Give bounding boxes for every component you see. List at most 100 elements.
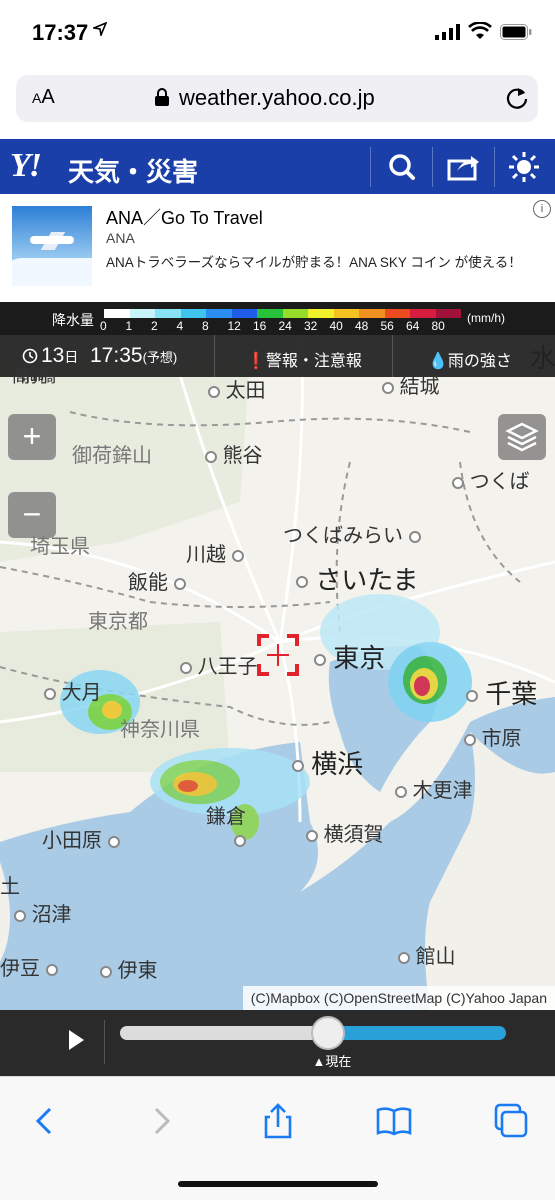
- legend-swatch: [410, 309, 436, 318]
- legend-swatch: [231, 309, 257, 318]
- search-icon: [389, 154, 415, 180]
- browser-toolbar: [0, 1076, 555, 1200]
- legend-swatch: [308, 309, 334, 318]
- rain-radar-map[interactable]: 降水量 0 1 2 4 8 12 16 24 32 40 48 56 64 80 (mm/h) 13日 1…: [0, 302, 555, 1010]
- city-dot-icon: [314, 654, 326, 667]
- legend-tick-label: 1: [125, 319, 133, 333]
- place-hachioji: 八王子: [180, 650, 258, 679]
- exclamation-icon: ❗: [246, 353, 266, 370]
- back-icon[interactable]: [26, 1101, 66, 1141]
- legend-swatch: [384, 309, 410, 318]
- header-divider: [494, 147, 495, 187]
- city-dot-icon: [296, 576, 308, 589]
- city-dot-icon: [180, 661, 192, 674]
- layers-button[interactable]: [498, 414, 546, 460]
- place-numazu: 沼津: [14, 898, 72, 927]
- yahoo-logo[interactable]: Y!: [10, 147, 42, 185]
- weather-menu-button[interactable]: [502, 147, 548, 187]
- battery-icon: [500, 24, 532, 40]
- place-chiba: 千葉: [466, 674, 537, 711]
- reload-icon[interactable]: [504, 85, 530, 111]
- place-ichihara: 市原: [464, 722, 522, 751]
- city-dot-icon: [173, 577, 186, 590]
- legend-tick-label: 2: [151, 319, 158, 333]
- city-dot-icon: [44, 687, 56, 700]
- place-yuki: 結城: [382, 370, 440, 399]
- city-dot-icon: [306, 829, 318, 842]
- legend-swatch: [206, 309, 232, 318]
- page-title[interactable]: 天気・災害: [68, 152, 198, 189]
- share-icon[interactable]: [258, 1101, 298, 1141]
- tabs-icon[interactable]: [490, 1101, 530, 1141]
- raindrop-icon: 💧: [428, 353, 448, 370]
- share-button[interactable]: [441, 147, 487, 187]
- legend-tick-label: 0: [100, 319, 107, 333]
- legend-color-bar: [104, 309, 461, 318]
- legend-tick-label: 24: [278, 319, 292, 333]
- radar-player: ▲現在: [0, 1010, 555, 1076]
- timebar-divider: [214, 335, 215, 377]
- legend-tick-label: 80: [431, 319, 445, 333]
- forward-icon[interactable]: [140, 1101, 180, 1141]
- status-bar: 17:37: [0, 0, 555, 68]
- legend-swatch: [129, 309, 155, 318]
- place-tokyo: 東京: [314, 638, 385, 675]
- city-dot-icon: [14, 909, 26, 922]
- ad-description[interactable]: ANAトラベラーズならマイルが貯まる！ANA SKY コイン が使える！: [106, 252, 536, 274]
- legend-swatch: [435, 309, 461, 318]
- warnings-button[interactable]: ❗警報・注意報: [246, 347, 362, 371]
- legend-tick-label: 64: [406, 319, 420, 333]
- place-yokohama: 横浜: [292, 744, 363, 781]
- city-dot-icon: [208, 385, 220, 398]
- place-otsuki: 大月: [44, 676, 102, 705]
- ad-title[interactable]: ANA／Go To Travel: [106, 204, 263, 230]
- place-partial-do: 土: [0, 876, 20, 898]
- bookmarks-icon[interactable]: [374, 1101, 414, 1141]
- zoom-in-button[interactable]: +: [8, 414, 56, 460]
- time-slider-handle[interactable]: [311, 1016, 346, 1050]
- ad-image[interactable]: [12, 206, 92, 286]
- now-label: ▲現在: [312, 1054, 352, 1069]
- legend-tick-label: 12: [227, 319, 241, 333]
- location-arrow-icon: [93, 22, 107, 36]
- reader-settings-button[interactable]: AA: [32, 86, 55, 109]
- place-izu: 伊豆: [0, 952, 58, 981]
- legend-swatch: [180, 309, 206, 318]
- ad-sponsor: ANA: [106, 230, 135, 246]
- address-bar[interactable]: AA weather.yahoo.co.jp: [16, 75, 538, 122]
- legend-tick-label: 32: [304, 319, 318, 333]
- place-ito: 伊東: [100, 954, 158, 983]
- place-kumagaya: 熊谷: [205, 439, 263, 468]
- city-dot-icon: [205, 450, 217, 463]
- place-yokosuka: 横須賀: [306, 818, 384, 847]
- play-icon[interactable]: [66, 1028, 86, 1052]
- legend-tick-label: 16: [253, 319, 267, 333]
- place-tokyo-pref: 東京都: [88, 611, 148, 633]
- cellular-signal-icon: [435, 24, 460, 40]
- legend-label: 降水量: [52, 312, 94, 328]
- url-text[interactable]: weather.yahoo.co.jp: [179, 85, 375, 111]
- zoom-out-button[interactable]: −: [8, 492, 56, 538]
- legend-tick-label: 8: [202, 319, 209, 333]
- legend-swatch: [359, 309, 385, 318]
- city-dot-icon: [292, 760, 304, 773]
- legend-unit: (mm/h): [467, 311, 505, 325]
- city-dot-icon: [382, 381, 394, 394]
- map-copyright: (C)Mapbox (C)OpenStreetMap (C)Yahoo Japa…: [242, 986, 555, 1010]
- city-dot-icon: [231, 549, 244, 562]
- layers-icon: [505, 422, 539, 452]
- ad-info-icon[interactable]: i: [533, 200, 551, 218]
- place-kanagawa-pref: 神奈川県: [120, 719, 200, 741]
- city-dot-icon: [107, 835, 120, 848]
- home-indicator: [178, 1181, 378, 1187]
- now-marker-icon: ▲: [312, 1054, 326, 1069]
- advertisement[interactable]: ANA／Go To Travel ANA ANAトラベラーズならマイルが貯まる！…: [0, 194, 555, 302]
- city-dot-icon: [452, 476, 464, 489]
- wifi-icon: [468, 22, 492, 39]
- city-dot-icon: [398, 951, 410, 964]
- search-button[interactable]: [379, 147, 425, 187]
- crosshair-icon: [257, 634, 299, 676]
- place-saitama: さいたま: [296, 560, 418, 597]
- rain-strength-button[interactable]: 💧雨の強さ: [428, 347, 512, 371]
- legend-tick-label: 48: [355, 319, 369, 333]
